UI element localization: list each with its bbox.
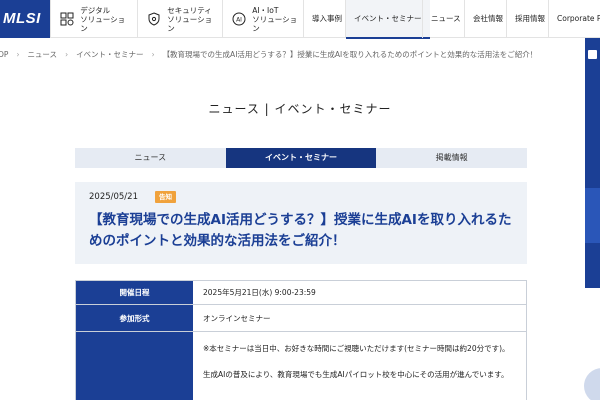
event-info-table: 開催日程 2025年5月21日(水) 9:00-23:59 参加形式 オンライン… [75,280,527,400]
nav-corporate-profile[interactable]: Corporate Pro [548,0,600,38]
announcement-badge: 告知 [155,191,176,203]
article-date: 2025/05/21 [89,192,138,202]
category-tabs: ニュース イベント・セミナー 掲載情報 [75,148,528,168]
table-value: オンラインセミナー [203,313,271,323]
breadcrumb: OP › ニュース › イベント・セミナー › 【教育現場での生成AI活用どうする？】授業に… [0,38,585,72]
chevron-right-icon: › [151,50,155,59]
article-header: 2025/05/21 告知 【教育現場での生成AI活用どうする？】授業に生成AI… [75,182,527,264]
table-key: 開催日程 [76,281,193,304]
page-top-button[interactable] [584,368,600,400]
nav-company-info[interactable]: 会社情報 [464,0,511,38]
page-title: ニュース | イベント・セミナー [208,102,392,116]
table-row: 開催日程 2025年5月21日(水) 9:00-23:59 [76,281,526,305]
tab-media[interactable]: 掲載情報 [376,148,528,168]
side-contact-tab[interactable] [585,38,600,288]
breadcrumb-current: 【教育現場での生成AI活用どうする？】授業に生成AIを取り入れるためのポイントと… [162,50,538,59]
table-value: 2025年5月21日(水) 9:00-23:59 [203,288,316,297]
table-row: ※本セミナーは当日中、お好きな時間にご視聴いただけます(セミナー時間は約20分で… [76,332,526,400]
company-logo[interactable]: MLSI [0,0,50,38]
article-headline: 【教育現場での生成AI活用どうする？】授業に生成AIを取り入れるためのポイントと… [89,212,512,249]
description-paragraph: ※本セミナーは当日中、お好きな時間にご視聴いただけます(セミナー時間は約20分で… [203,344,510,353]
nav-events-seminars[interactable]: イベント・セミナー [345,0,430,39]
ai-chip-icon: AI [231,11,246,27]
side-tab-panel [585,188,600,243]
breadcrumb-news[interactable]: ニュース [27,50,57,59]
description-paragraph: 生成AIの普及により、教育現場でも生成AIパイロット校を中心にその活用が進んでい… [203,370,509,379]
nav-recruit[interactable]: 採用情報 [506,0,553,38]
tab-news[interactable]: ニュース [75,148,226,168]
nav-digital-solution[interactable]: デジタル ソリューション [50,0,130,38]
table-key: 参加形式 [76,305,193,331]
chevron-right-icon: › [16,50,20,59]
svg-text:AI: AI [236,17,242,24]
nav-solution-label: デジタル ソリューション [80,5,126,33]
site-header: MLSI デジタル ソリューション セキュリティ ソリューション AI AI・I… [0,0,600,39]
gear-grid-icon [59,11,74,27]
nav-ai-iot-solution[interactable]: AI AI・IoT ソリューション [222,0,302,38]
breadcrumb-events[interactable]: イベント・セミナー [76,50,144,59]
table-key [76,332,193,400]
tab-events-seminars[interactable]: イベント・セミナー [225,148,377,168]
nav-solution-label: セキュリティ ソリューション [167,5,213,33]
nav-solution-label: AI・IoT ソリューション [252,5,298,33]
nav-case-studies[interactable]: 導入事例 [303,0,350,38]
chevron-right-icon: › [65,50,69,59]
nav-news[interactable]: ニュース [422,0,469,38]
side-tab-icon [588,50,597,59]
shield-icon [146,11,161,27]
breadcrumb-top[interactable]: OP [0,50,8,59]
table-row: 参加形式 オンラインセミナー [76,305,526,332]
table-value: ※本セミナーは当日中、お好きな時間にご視聴いただけます(セミナー時間は約20分で… [193,332,526,400]
nav-security-solution[interactable]: セキュリティ ソリューション [137,0,217,38]
